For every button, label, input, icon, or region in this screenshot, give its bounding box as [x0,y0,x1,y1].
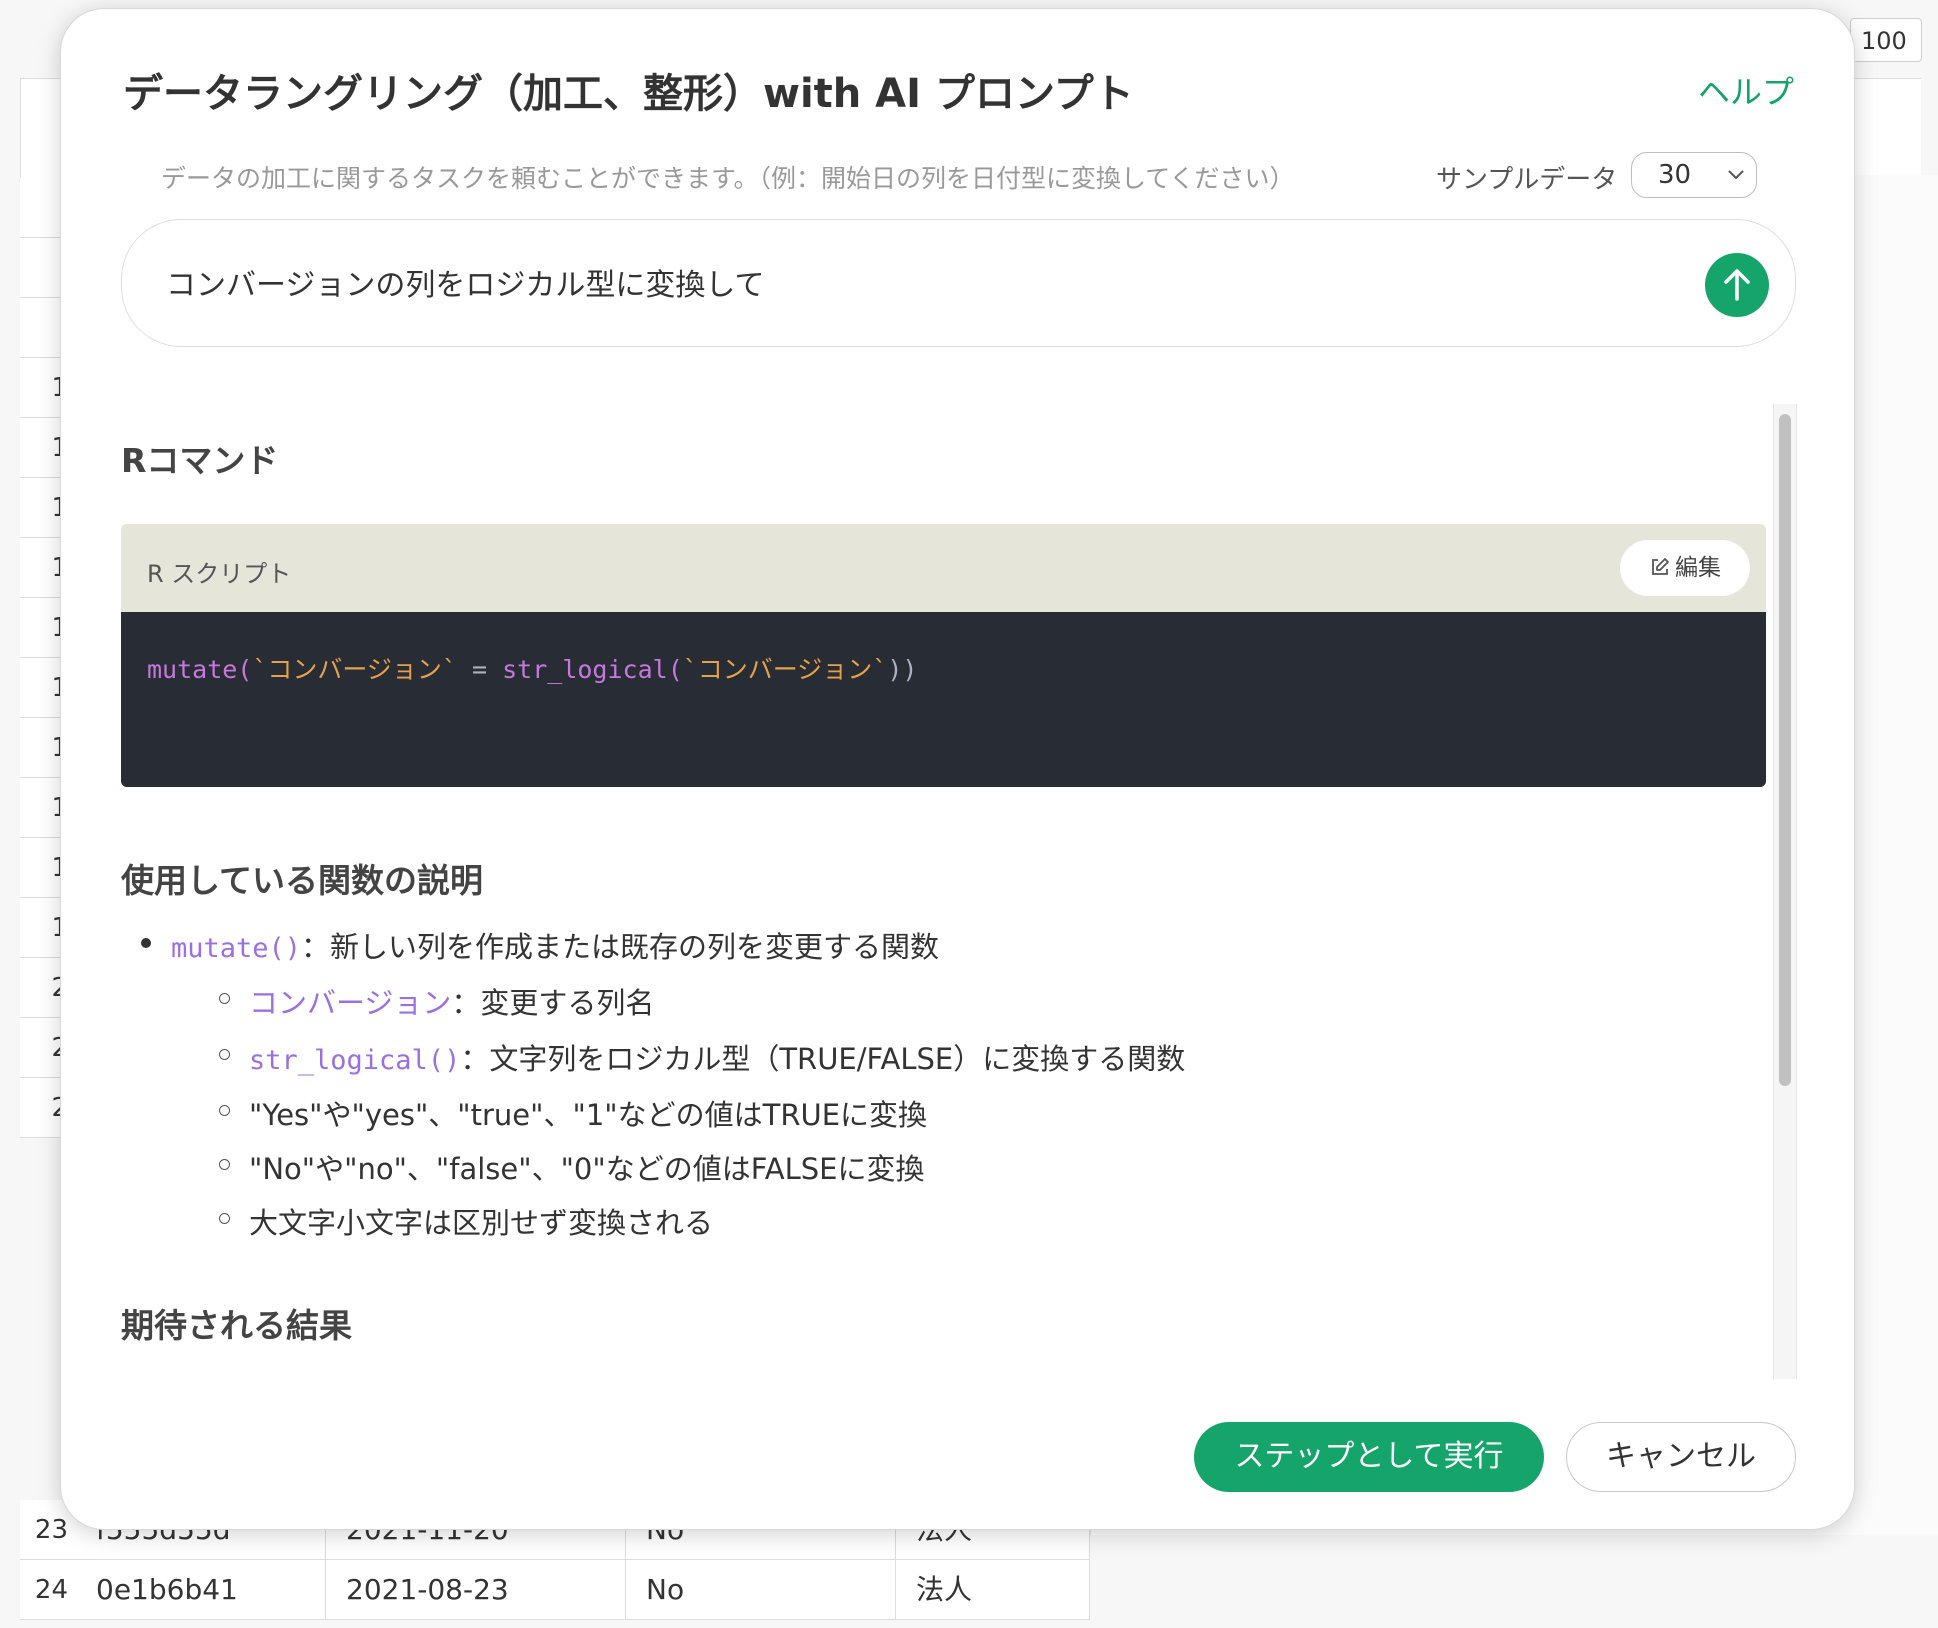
table-cell: No [626,1560,896,1619]
scrollbar-thumb[interactable] [1779,414,1791,1086]
list-item-text: "No"や"no"、"false"、"0"などの値はFALSEに変換 [249,1152,925,1186]
inline-code: str_logical() [249,1045,461,1076]
code-editor: mutate(`コンバージョン` = str_logical(`コンバージョン`… [121,612,1766,787]
bullet-icon [219,993,230,1004]
sample-data-value: 30 [1658,160,1692,190]
table-row: 24 0e1b6b41 2021-08-23 No 法人 [20,1560,1090,1620]
arrow-up-icon [1724,269,1750,301]
code-token: `コンバージョン` [252,655,457,684]
dialog-title: データラングリング（加工、整形）with AI プロンプト [123,71,1134,117]
edit-button[interactable]: 編集 [1620,540,1750,596]
help-link[interactable]: ヘルプ [1698,67,1794,113]
bullet-icon [219,1159,230,1170]
bullet-icon [141,938,151,948]
ai-prompt-dialog: データラングリング（加工、整形）with AI プロンプト ヘルプ データの加工… [60,8,1855,1530]
prompt-input-value: コンバージョンの列をロジカル型に変換して [166,268,765,303]
list-item: mutate()：新しい列を作成または既存の列を変更する関数 [141,924,940,966]
r-script-header: R スクリプト 編集 [121,524,1766,612]
table-cell: 0e1b6b41 [76,1560,326,1619]
code-token: mutate( [147,655,253,684]
list-item: str_logical()：文字列をロジカル型（TRUE/FALSE）に変換する… [219,1036,1186,1078]
code-token: `コンバージョン` [682,655,888,684]
r-script-block: R スクリプト 編集 mutate(`コンバージョン` = str_logica… [121,524,1766,787]
code-token: str_logical( [502,655,683,684]
run-as-step-button[interactable]: ステップとして実行 [1194,1422,1544,1492]
rows-per-page-select[interactable]: 100 [1850,18,1922,62]
list-item: "Yes"や"yes"、"true"、"1"などの値はTRUEに変換 [219,1092,928,1134]
edit-label: 編集 [1675,555,1721,581]
bullet-icon [219,1105,230,1116]
list-item: 大文字小文字は区別せず変換される [219,1200,714,1242]
list-item-text: ：変更する列名 [451,986,655,1020]
prompt-description: データの加工に関するタスクを頼むことができます。（例：開始日の列を日付型に変換し… [161,164,1295,193]
inline-code: mutate() [171,933,302,964]
list-item-text: ：新しい列を作成または既存の列を変更する関数 [301,930,940,964]
scrollbar[interactable] [1773,404,1797,1379]
send-button[interactable] [1705,253,1769,317]
bullet-icon [219,1049,230,1060]
r-script-label: R スクリプト [147,560,292,588]
list-item: "No"や"no"、"false"、"0"などの値はFALSEに変換 [219,1146,925,1188]
row-number: 24 [34,1575,68,1605]
bullet-icon [219,1213,230,1224]
function-explanation-heading: 使用している関数の説明 [121,861,484,900]
list-item: コンバージョン：変更する列名 [219,980,655,1022]
inline-code: コンバージョン [249,986,452,1020]
edit-icon [1652,558,1669,575]
cancel-button[interactable]: キャンセル [1566,1422,1796,1492]
code-line: mutate(`コンバージョン` = str_logical(`コンバージョン`… [147,650,917,686]
table-cell: 法人 [896,1560,1090,1619]
r-command-heading: Rコマンド [121,441,279,480]
list-item-text: 大文字小文字は区別せず変換される [249,1206,714,1240]
sample-data-label: サンプルデータ [1436,165,1618,195]
sample-data-select[interactable]: 30 [1631,152,1757,198]
chevron-down-icon [1726,153,1746,212]
code-token: = [456,655,503,684]
prompt-input[interactable]: コンバージョンの列をロジカル型に変換して [121,219,1796,347]
expected-result-heading: 期待される結果 [121,1306,352,1345]
code-token: )) [887,655,918,684]
list-item-text: "Yes"や"yes"、"true"、"1"などの値はTRUEに変換 [249,1098,928,1132]
list-item-text: ：文字列をロジカル型（TRUE/FALSE）に変換する関数 [460,1042,1186,1076]
table-cell: 2021-08-23 [326,1560,626,1619]
response-scroll-area[interactable]: Rコマンド R スクリプト 編集 mutate(`コンバージョン` = str_… [121,404,1796,1379]
